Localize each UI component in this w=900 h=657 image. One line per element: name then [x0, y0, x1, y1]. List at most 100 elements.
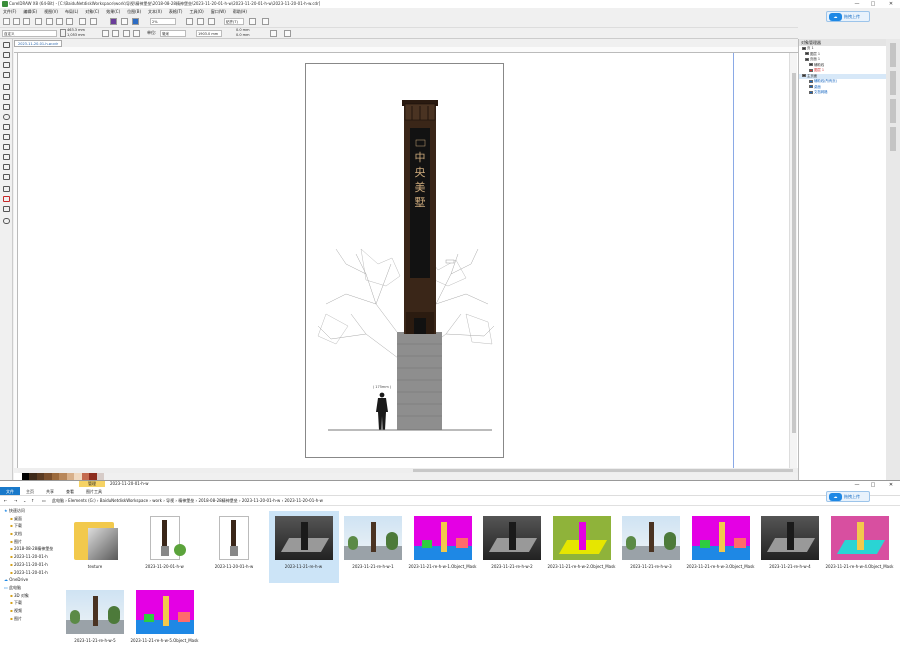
nav-item[interactable]: ▪ 2023-11-20-01-h — [0, 569, 62, 577]
swatch-10[interactable] — [81, 473, 89, 480]
breadcrumb-item[interactable]: work — [152, 498, 162, 503]
nav-item[interactable]: ▭ 此电脑 — [0, 584, 62, 592]
menu-bitmaps[interactable]: 位图(B) — [127, 8, 141, 16]
swatch-9[interactable] — [74, 473, 82, 480]
object-manager-row[interactable]: 文档网格 — [799, 90, 886, 96]
swatch-4[interactable] — [36, 473, 44, 480]
menu-edit[interactable]: 编辑(E) — [23, 8, 37, 16]
add-icon[interactable] — [284, 30, 291, 37]
upload-button-top[interactable]: ☁ 拖拽上传 — [826, 11, 870, 22]
back-icon[interactable]: ← — [4, 496, 7, 506]
ribbon-tab-view[interactable]: 查看 — [60, 487, 80, 495]
text-tool-icon[interactable] — [3, 134, 10, 140]
smart-fill-icon[interactable] — [3, 206, 10, 212]
breadcrumb-item[interactable]: 导视 — [166, 498, 174, 503]
up-icon[interactable]: ↑ — [31, 496, 34, 506]
file-item[interactable]: 2023-11-21-re-h-w-5 — [60, 585, 130, 657]
breadcrumb-item[interactable]: 2018-08-28精神堡垒 — [198, 498, 237, 503]
docker-tab[interactable] — [890, 99, 896, 123]
paste-icon[interactable] — [66, 18, 73, 25]
show-rulers-icon[interactable] — [197, 18, 204, 25]
pick-tool-icon[interactable] — [3, 42, 10, 48]
nav-item[interactable]: ▪ 2023-11-20-01-h — [0, 561, 62, 569]
full-screen-icon[interactable] — [186, 18, 193, 25]
folder-item[interactable]: texture — [60, 511, 130, 583]
menu-tools[interactable]: 工具(O) — [189, 8, 203, 16]
nav-item[interactable]: ★ 快速访问 — [0, 507, 62, 515]
page-height[interactable]: 1,053 mm — [67, 33, 85, 38]
print-icon[interactable] — [35, 18, 42, 25]
nav-item[interactable]: ▪ 2023-11-20-01-h — [0, 553, 62, 561]
connector-tool-icon[interactable] — [3, 154, 10, 160]
menu-object[interactable]: 对象(C) — [85, 8, 99, 16]
maximize-button[interactable]: □ — [866, 0, 880, 8]
recent-dropdown-icon[interactable]: ⌄ — [23, 496, 26, 506]
docker-tab[interactable] — [890, 127, 896, 151]
ribbon-tab-home[interactable]: 主页 — [20, 487, 40, 495]
app-launcher-icon[interactable] — [262, 18, 269, 25]
interactive-fill-icon[interactable] — [3, 196, 10, 202]
landscape-icon[interactable] — [112, 30, 119, 37]
nav-item[interactable]: ▪ 3D 对象 — [0, 592, 62, 600]
snap-to-dropdown[interactable]: 贴齐(T) — [224, 18, 244, 25]
swatch-6[interactable] — [51, 473, 59, 480]
file-item[interactable]: 2023-11-21-re-h-w-5.Object_Mask — [130, 585, 200, 657]
swatch-11[interactable] — [89, 473, 97, 480]
file-item[interactable]: 2023-11-21-re-h-w-4.Object_Mask — [825, 511, 895, 583]
units-dropdown[interactable]: 毫米 — [160, 30, 186, 37]
file-item[interactable]: 2023-11-20-01-h-w — [130, 511, 200, 583]
current-page-icon[interactable] — [133, 30, 140, 37]
breadcrumb-item[interactable]: 2023-11-20-01-h-w — [284, 498, 322, 503]
guideline[interactable] — [733, 53, 734, 468]
open-icon[interactable] — [13, 18, 20, 25]
horizontal-scroll-thumb[interactable] — [413, 469, 793, 472]
nav-item[interactable]: ▪ 文档 — [0, 530, 62, 538]
file-item[interactable]: 2023-11-21-re-h-w-2.Object_Mask — [547, 511, 617, 583]
menu-window[interactable]: 窗口(W) — [211, 8, 226, 16]
nudge-distance-field[interactable]: 1903.0 mm — [196, 30, 222, 37]
swatch-8[interactable] — [66, 473, 74, 480]
drop-shadow-icon[interactable] — [3, 164, 10, 170]
ribbon-tab-picture-tools[interactable]: 图片工具 — [80, 487, 108, 495]
cut-icon[interactable] — [46, 18, 53, 25]
forward-icon[interactable]: → — [14, 496, 17, 506]
menu-effects[interactable]: 效果(C) — [106, 8, 120, 16]
breadcrumb-item[interactable]: BaiduNetdiskWorkspace — [100, 498, 148, 503]
export-icon[interactable] — [121, 18, 128, 25]
breadcrumb-item[interactable]: 此电脑 — [52, 498, 64, 503]
nav-item[interactable]: ▪ 下载 — [0, 599, 62, 607]
zoom-tool-icon[interactable] — [3, 72, 10, 78]
swatch-3[interactable] — [29, 473, 37, 480]
save-icon[interactable] — [23, 18, 30, 25]
publish-pdf-icon[interactable] — [132, 18, 139, 25]
portrait-icon[interactable] — [102, 30, 109, 37]
page-preset-dropdown[interactable]: 自定义 — [2, 30, 57, 37]
parallel-dimension-icon[interactable] — [3, 144, 10, 150]
breadcrumb-item[interactable]: Elements (G:) — [68, 498, 95, 503]
nav-item[interactable]: ▪ 视频 — [0, 607, 62, 615]
horizontal-scrollbar[interactable] — [18, 468, 798, 473]
nav-item[interactable]: ☁ OneDrive — [0, 576, 62, 584]
menu-help[interactable]: 帮助(H) — [233, 8, 247, 16]
artistic-media-icon[interactable] — [3, 94, 10, 100]
import-icon[interactable] — [110, 18, 117, 25]
file-item[interactable]: 2023-11-21-re-h-w-2 — [477, 511, 547, 583]
file-item[interactable]: 2023-11-21-re-h-w — [268, 511, 339, 583]
address-bar[interactable]: ← → ⌄ ↑ ▭ 此电脑 › Elements (G:) › BaiduNet… — [0, 496, 900, 506]
docker-tab[interactable] — [890, 43, 896, 67]
copy-icon[interactable] — [56, 18, 63, 25]
vertical-scrollbar[interactable] — [789, 53, 797, 468]
document-tab[interactable]: 2023-11-20-01-h-w.cdr — [14, 40, 62, 47]
swatch-12[interactable] — [96, 473, 104, 480]
close-button[interactable]: ✕ — [884, 0, 898, 8]
rectangle-tool-icon[interactable] — [3, 104, 10, 110]
file-item[interactable]: 2023-11-20-01-h-w — [199, 511, 269, 583]
ellipse-tool-icon[interactable] — [3, 114, 10, 120]
redo-icon[interactable] — [90, 18, 97, 25]
zoom-level-field[interactable]: 2% — [150, 18, 176, 25]
options-gear-icon[interactable] — [249, 18, 256, 25]
polygon-tool-icon[interactable] — [3, 124, 10, 130]
nav-item[interactable]: ▪ 2018-08-28精神堡垒 — [0, 545, 62, 553]
set-default-icon[interactable] — [270, 30, 277, 37]
file-item[interactable]: 2023-11-21-re-h-w-3 — [616, 511, 686, 583]
